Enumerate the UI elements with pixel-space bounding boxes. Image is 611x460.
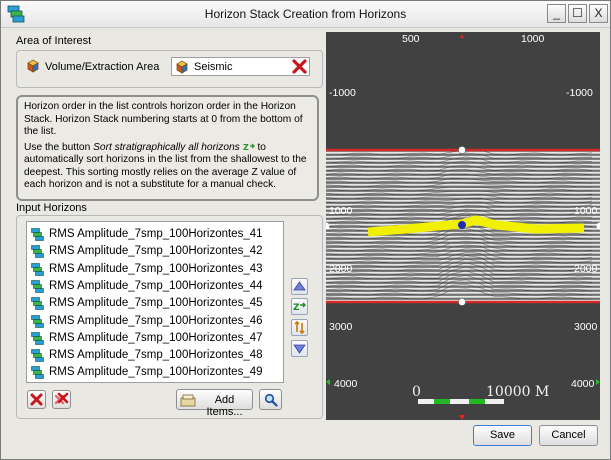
input-horizons-heading: Input Horizons [16,202,87,214]
scale-bar-end: 10000 M [486,384,550,400]
sort-stratigraphic-icon: Z [243,143,255,151]
horizon-list-item-label: RMS Amplitude_7smp_100Horizontes_44 [49,279,263,292]
search-icon [264,393,278,407]
volume-cube-icon [27,59,39,73]
top-axis-label: 1000 [521,33,545,45]
horizon-list-item-label: RMS Amplitude_7smp_100Horizontes_41 [49,228,263,240]
horizon-list-item-label: RMS Amplitude_7smp_100Horizontes_45 [49,297,263,310]
horizon-icon [31,228,44,241]
right-axis-label: 3000 [574,321,598,333]
add-items-icon [180,394,196,407]
horizon-icon [31,349,44,362]
horizon-list-item-label: RMS Amplitude_7smp_100Horizontes_42 [49,245,263,258]
seismic-volume-field[interactable]: Seismic [171,57,310,76]
arrow-up-icon [293,281,306,291]
remove-selected-button[interactable] [27,390,46,409]
horizon-icon [31,245,44,259]
area-of-interest-heading: Area of Interest [16,35,92,47]
maximize-button[interactable]: ☐ [568,4,587,23]
scale-bar-start: 0 [412,384,421,400]
sort-z-icon: Z [293,302,306,313]
horizon-list[interactable]: RMS Amplitude_7smp_100Horizontes_41 RMS A… [26,221,284,383]
info-note-box: Horizon order in the list controls horiz… [16,95,319,201]
horizon-icon [31,262,44,276]
remove-all-button[interactable] [52,390,71,409]
sort-stratigraphically-button[interactable]: Z [291,298,308,315]
seismic-section-canvas [326,34,600,420]
reverse-order-button[interactable] [291,319,308,336]
seismic-volume-value: Seismic [194,61,233,73]
left-axis-label: 3000 [329,321,353,333]
add-items-button[interactable]: Add Items... [176,389,253,418]
horizon-list-item-label: RMS Amplitude_7smp_100Horizontes_48 [49,349,263,362]
info-paragraph-order: Horizon order in the list controls horiz… [24,101,303,137]
delete-all-icon [54,392,69,405]
seismic-cube-icon [176,60,188,74]
add-items-label: Add Items... [206,394,243,418]
info-paragraph-sort: Use the button Sort stratigraphically al… [24,142,311,192]
minimize-button[interactable]: _ [547,4,566,23]
save-button[interactable]: Save [473,425,532,446]
dialog-window: Horizon Stack Creation from Horizons _ ☐… [0,0,611,460]
horizon-list-item-label: RMS Amplitude_7smp_100Horizontes_46 [49,314,263,327]
right-axis-label: 4000 [571,378,595,390]
right-axis-label: 2000 [574,263,598,275]
left-axis-label: 1000 [329,205,353,217]
swap-order-icon [294,320,305,335]
left-axis-label: -1000 [329,87,356,99]
left-axis-label: 2000 [329,263,353,275]
right-axis-label: -1000 [566,87,593,99]
horizon-icon [31,314,44,328]
move-down-button[interactable] [291,340,308,357]
horizon-list-item-label: RMS Amplitude_7smp_100Horizontes_47 [49,331,263,344]
seismic-preview-view[interactable]: 500 1000 -1000 1000 2000 3000 4000 -1000… [326,32,600,420]
move-up-button[interactable] [291,278,308,295]
horizon-icon [31,297,44,310]
right-axis-label: 1000 [574,205,598,217]
svg-text:Z: Z [243,143,249,151]
clear-volume-icon[interactable] [292,59,307,74]
horizon-icon [31,366,44,380]
window-title: Horizon Stack Creation from Horizons [204,7,407,21]
close-window-button[interactable]: X [589,4,608,23]
left-axis-label: 4000 [334,378,358,390]
arrow-down-icon [293,344,306,354]
horizon-icon [31,280,44,293]
cancel-button[interactable]: Cancel [539,425,598,446]
sort-button-name: Sort stratigraphically all horizons [93,141,240,153]
svg-text:Z: Z [293,303,300,313]
horizon-list-item-label: RMS Amplitude_7smp_100Horizontes_49 [49,366,263,379]
search-button[interactable] [259,389,282,410]
horizon-icon [31,331,44,345]
top-axis-label: 500 [402,33,420,45]
volume-extraction-label: Volume/Extraction Area [45,61,160,73]
title-bar: Horizon Stack Creation from Horizons _ ☐… [1,1,610,28]
horizon-list-item-label: RMS Amplitude_7smp_100Horizontes_43 [49,262,263,275]
delete-icon [30,393,43,406]
info-sort-text-before: Use the button [24,141,94,153]
